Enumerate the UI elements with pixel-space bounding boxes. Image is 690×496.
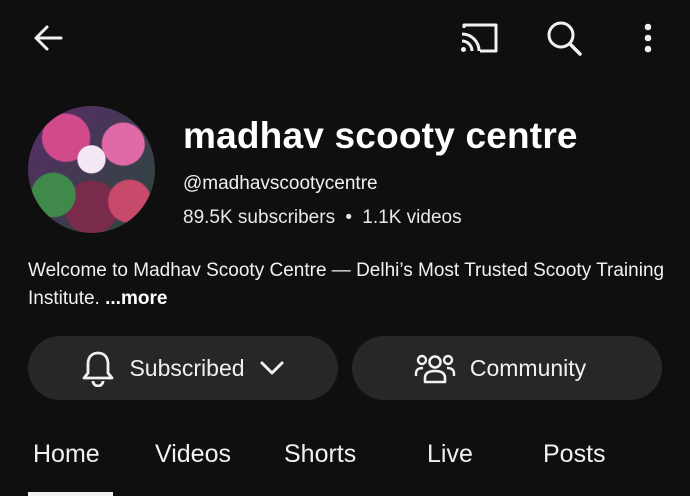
channel-name: madhav scooty centre: [183, 115, 578, 156]
stats-separator: •: [345, 207, 353, 228]
tab-videos[interactable]: Videos: [155, 440, 231, 469]
subscribed-label: Subscribed: [129, 354, 245, 381]
arrow-left-icon: [34, 25, 63, 51]
tab-live[interactable]: Live: [427, 440, 473, 469]
chevron-down-icon: [260, 361, 284, 375]
cast-icon: [461, 23, 498, 53]
bell-icon: [83, 351, 114, 387]
channel-handle: @madhavscootycentre: [183, 173, 378, 194]
community-label: Community: [469, 354, 587, 381]
tab-shorts[interactable]: Shorts: [284, 440, 356, 469]
tab-posts[interactable]: Posts: [543, 440, 606, 469]
more-options-button[interactable]: [634, 16, 662, 60]
channel-avatar[interactable]: [28, 106, 155, 233]
channel-stats: 89.5K subscribers • 1.1K videos: [183, 207, 462, 229]
more-vertical-icon: [644, 23, 652, 53]
selected-tab-indicator: [28, 492, 113, 496]
tab-home[interactable]: Home: [33, 440, 100, 469]
cast-button[interactable]: [456, 17, 502, 59]
search-icon: [547, 21, 582, 56]
community-icon: [414, 354, 456, 384]
video-count: 1.1K videos: [362, 207, 462, 228]
back-button[interactable]: [28, 18, 68, 58]
subscribed-button[interactable]: Subscribed: [28, 336, 338, 400]
more-link[interactable]: ...more: [105, 288, 167, 309]
community-button[interactable]: Community: [352, 336, 662, 400]
subscriber-count: 89.5K subscribers: [183, 207, 336, 228]
channel-description[interactable]: Welcome to Madhav Scooty Centre — Delhi’…: [28, 257, 668, 313]
search-button[interactable]: [542, 16, 586, 60]
